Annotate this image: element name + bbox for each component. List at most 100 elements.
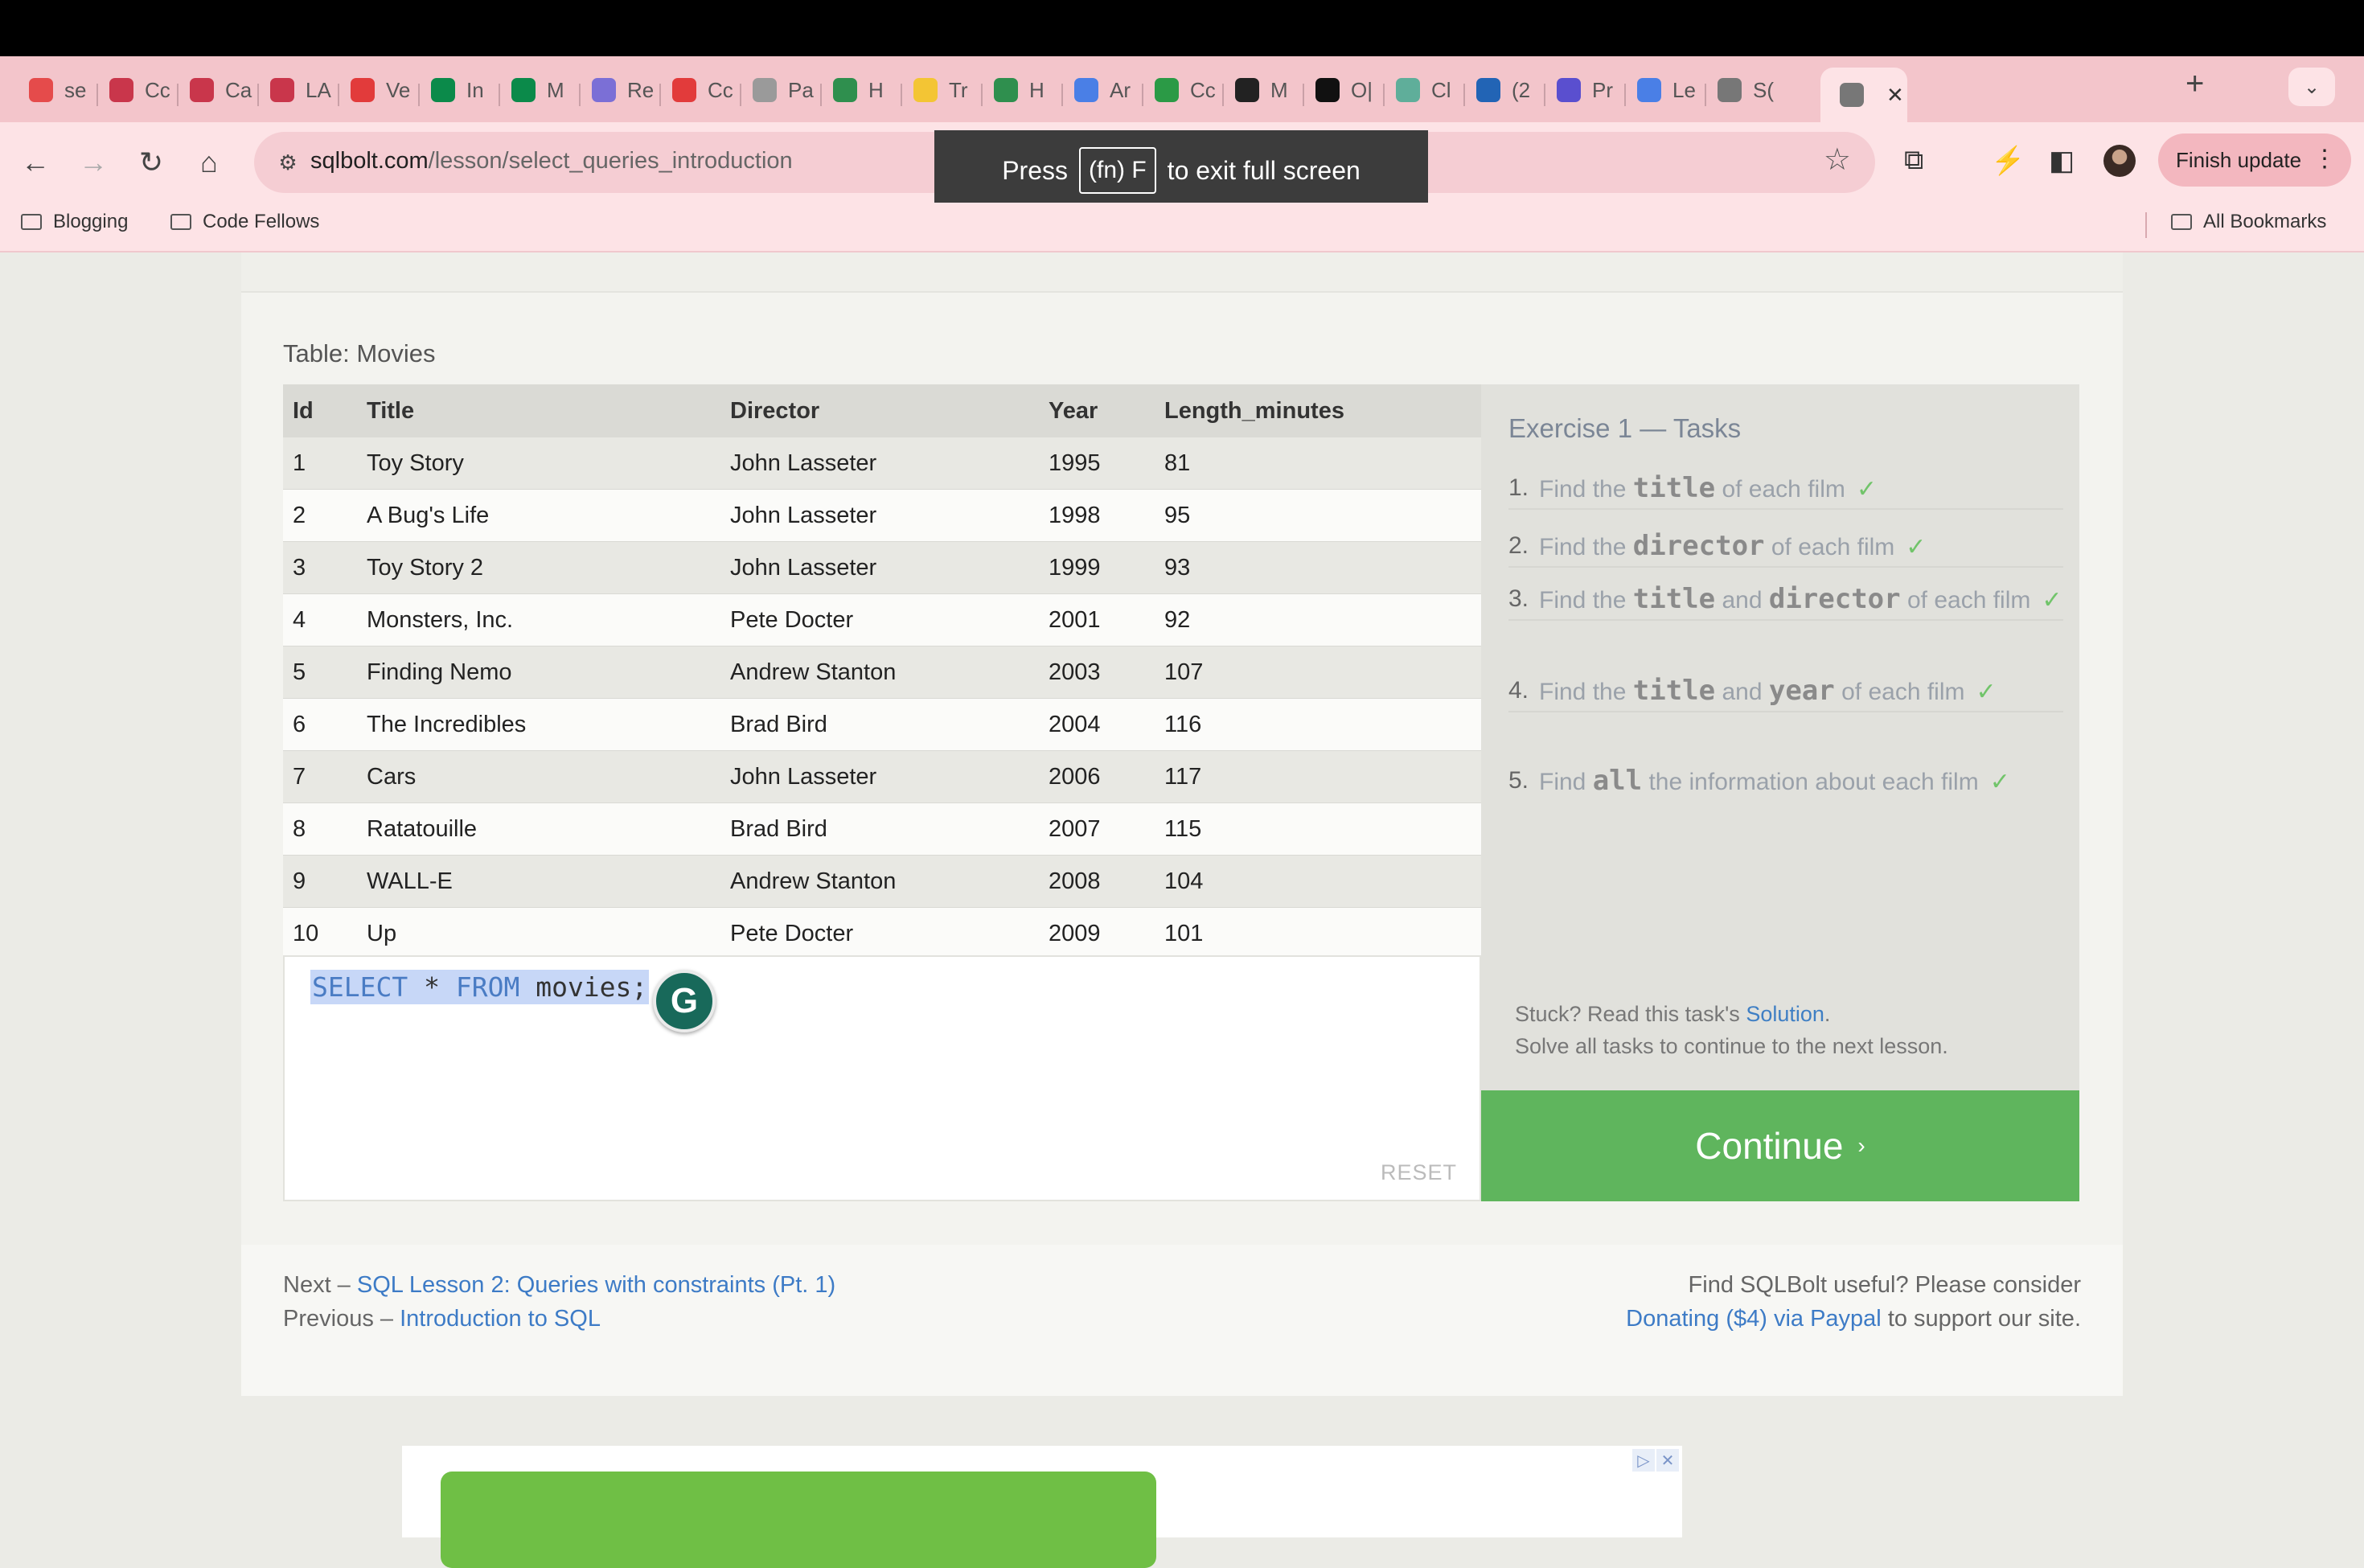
site-info-icon[interactable]: ⚙ (269, 143, 307, 182)
browser-tab[interactable]: Cc (664, 68, 737, 113)
browser-tab[interactable]: Cl (1388, 68, 1460, 113)
tab-separator (338, 84, 339, 106)
tab-title: Cc (1190, 77, 1216, 102)
previous-lesson-link[interactable]: Introduction to SQL (400, 1306, 601, 1332)
task-text-post: of each film (1771, 534, 1895, 560)
table-cell: A Bug's Life (357, 489, 720, 542)
tab-favicon-icon (109, 78, 133, 102)
table-cell: 81 (1155, 437, 1481, 490)
browser-tab[interactable]: Cc (1147, 68, 1219, 113)
sql-editor[interactable]: SELECT * FROM movies; G RESET (283, 955, 1481, 1201)
close-tab-icon[interactable]: ✕ (1886, 83, 1904, 108)
tab-separator (96, 84, 98, 106)
task-text-pre: Find (1539, 769, 1586, 795)
browser-tab[interactable]: Pa (745, 68, 817, 113)
stuck-suffix: . (1824, 1002, 1831, 1026)
donate-link[interactable]: Donating ($4) via Paypal (1626, 1306, 1882, 1332)
table-cell: 2008 (1039, 855, 1155, 908)
task-number: 1. (1508, 474, 1529, 501)
browser-tab[interactable]: H (825, 68, 897, 113)
table-cell: 117 (1155, 750, 1481, 803)
browser-tab[interactable]: Re (584, 68, 656, 113)
browser-tab[interactable]: M (503, 68, 576, 113)
all-bookmarks[interactable]: All Bookmarks (2171, 211, 2326, 233)
column-header: Title (357, 384, 720, 437)
browser-tab[interactable]: O| (1307, 68, 1380, 113)
ad-close-icon[interactable]: ✕ (1656, 1449, 1679, 1472)
tab-favicon-icon (1396, 78, 1420, 102)
tab-favicon-icon (994, 78, 1018, 102)
task-keyword: year (1768, 675, 1835, 707)
forward-button[interactable]: → (69, 138, 117, 187)
tab-separator (579, 84, 581, 106)
browser-tab[interactable]: Cc (101, 68, 174, 113)
finish-update-button[interactable]: Finish update ⋮ (2158, 133, 2351, 187)
table-cell: WALL-E (357, 855, 720, 908)
tab-favicon-icon (1557, 78, 1581, 102)
bookmark-star-icon[interactable]: ☆ (1824, 142, 1851, 178)
browser-tab[interactable]: Pr (1549, 68, 1621, 113)
task-text-pre: Find the (1539, 476, 1627, 503)
browser-tab[interactable]: Le (1629, 68, 1701, 113)
system-top-bar (0, 0, 2364, 56)
grammarly-icon[interactable]: G (653, 970, 716, 1032)
new-tab-button[interactable]: + (2185, 66, 2204, 102)
browser-tab[interactable]: ✕ (1820, 68, 1907, 122)
sql-star: * (424, 971, 440, 1003)
browser-tab[interactable]: Ar (1066, 68, 1139, 113)
continue-button[interactable]: Continue › (1481, 1090, 2079, 1201)
table-cell: Toy Story 2 (357, 541, 720, 594)
tab-separator (1303, 84, 1304, 106)
browser-tab[interactable]: In (423, 68, 495, 113)
reload-button[interactable]: ↻ (127, 138, 175, 187)
task-number: 2. (1508, 532, 1529, 559)
tab-separator (1544, 84, 1545, 106)
browser-tab[interactable]: se (21, 68, 93, 113)
extensions-icon[interactable]: ⧉ (1904, 145, 1923, 176)
tab-title: Cc (145, 77, 170, 102)
sql-keyword: FROM (455, 971, 520, 1003)
task-text: Find the title and director of each film… (1508, 581, 2063, 619)
browser-tab[interactable]: M (1227, 68, 1299, 113)
home-button[interactable]: ⌂ (185, 138, 233, 187)
table-cell: 2007 (1039, 802, 1155, 856)
solution-link[interactable]: Solution (1746, 1002, 1824, 1026)
task-keyword: director (1632, 530, 1765, 562)
tab-separator (1383, 84, 1385, 106)
folder-icon (170, 214, 191, 230)
tab-separator (499, 84, 500, 106)
tab-title: se (64, 77, 87, 102)
side-panel-icon[interactable]: ◧ (2049, 145, 2075, 177)
tab-title: Cc (708, 77, 733, 102)
tab-search-button[interactable]: ⌄ (2288, 68, 2335, 106)
browser-tab[interactable]: S( (1709, 68, 1782, 113)
stuck-prefix: Stuck? Read this task's (1515, 1002, 1740, 1026)
task-keyword: title (1632, 472, 1716, 504)
browser-tab[interactable]: Tr (905, 68, 978, 113)
table-cell: Pete Docter (720, 907, 1039, 960)
bookmark-blogging[interactable]: Blogging (21, 211, 128, 233)
table-cell: 2006 (1039, 750, 1155, 803)
table-caption: Table: Movies (283, 339, 436, 367)
browser-tab[interactable]: LA (262, 68, 334, 113)
table-cell: Monsters, Inc. (357, 593, 720, 646)
url-text[interactable]: sqlbolt.com/lesson/select_queries_introd… (310, 148, 793, 174)
ad-banner-button[interactable] (441, 1472, 1156, 1568)
back-button[interactable]: ← (11, 138, 60, 187)
profile-avatar[interactable] (2103, 145, 2136, 177)
bookmark-code-fellows[interactable]: Code Fellows (170, 211, 319, 233)
sql-query-text[interactable]: SELECT * FROM movies; (310, 970, 650, 1004)
table-cell: 8 (283, 802, 357, 856)
reset-button[interactable]: RESET (1381, 1160, 1457, 1185)
tab-separator (981, 84, 983, 106)
browser-tab[interactable]: Ca (182, 68, 254, 113)
task-text-post: of each film (1841, 679, 1965, 705)
browser-tab[interactable]: H (986, 68, 1058, 113)
tab-title: Ca (225, 77, 252, 102)
browser-tab[interactable]: Ve (343, 68, 415, 113)
ad-choices-icon[interactable]: ▷ (1632, 1449, 1655, 1472)
browser-tab[interactable]: (2 (1468, 68, 1541, 113)
table-cell: 2003 (1039, 646, 1155, 699)
next-lesson-link[interactable]: SQL Lesson 2: Queries with constraints (… (357, 1272, 835, 1298)
performance-icon[interactable]: ⚡ (1991, 145, 2025, 177)
